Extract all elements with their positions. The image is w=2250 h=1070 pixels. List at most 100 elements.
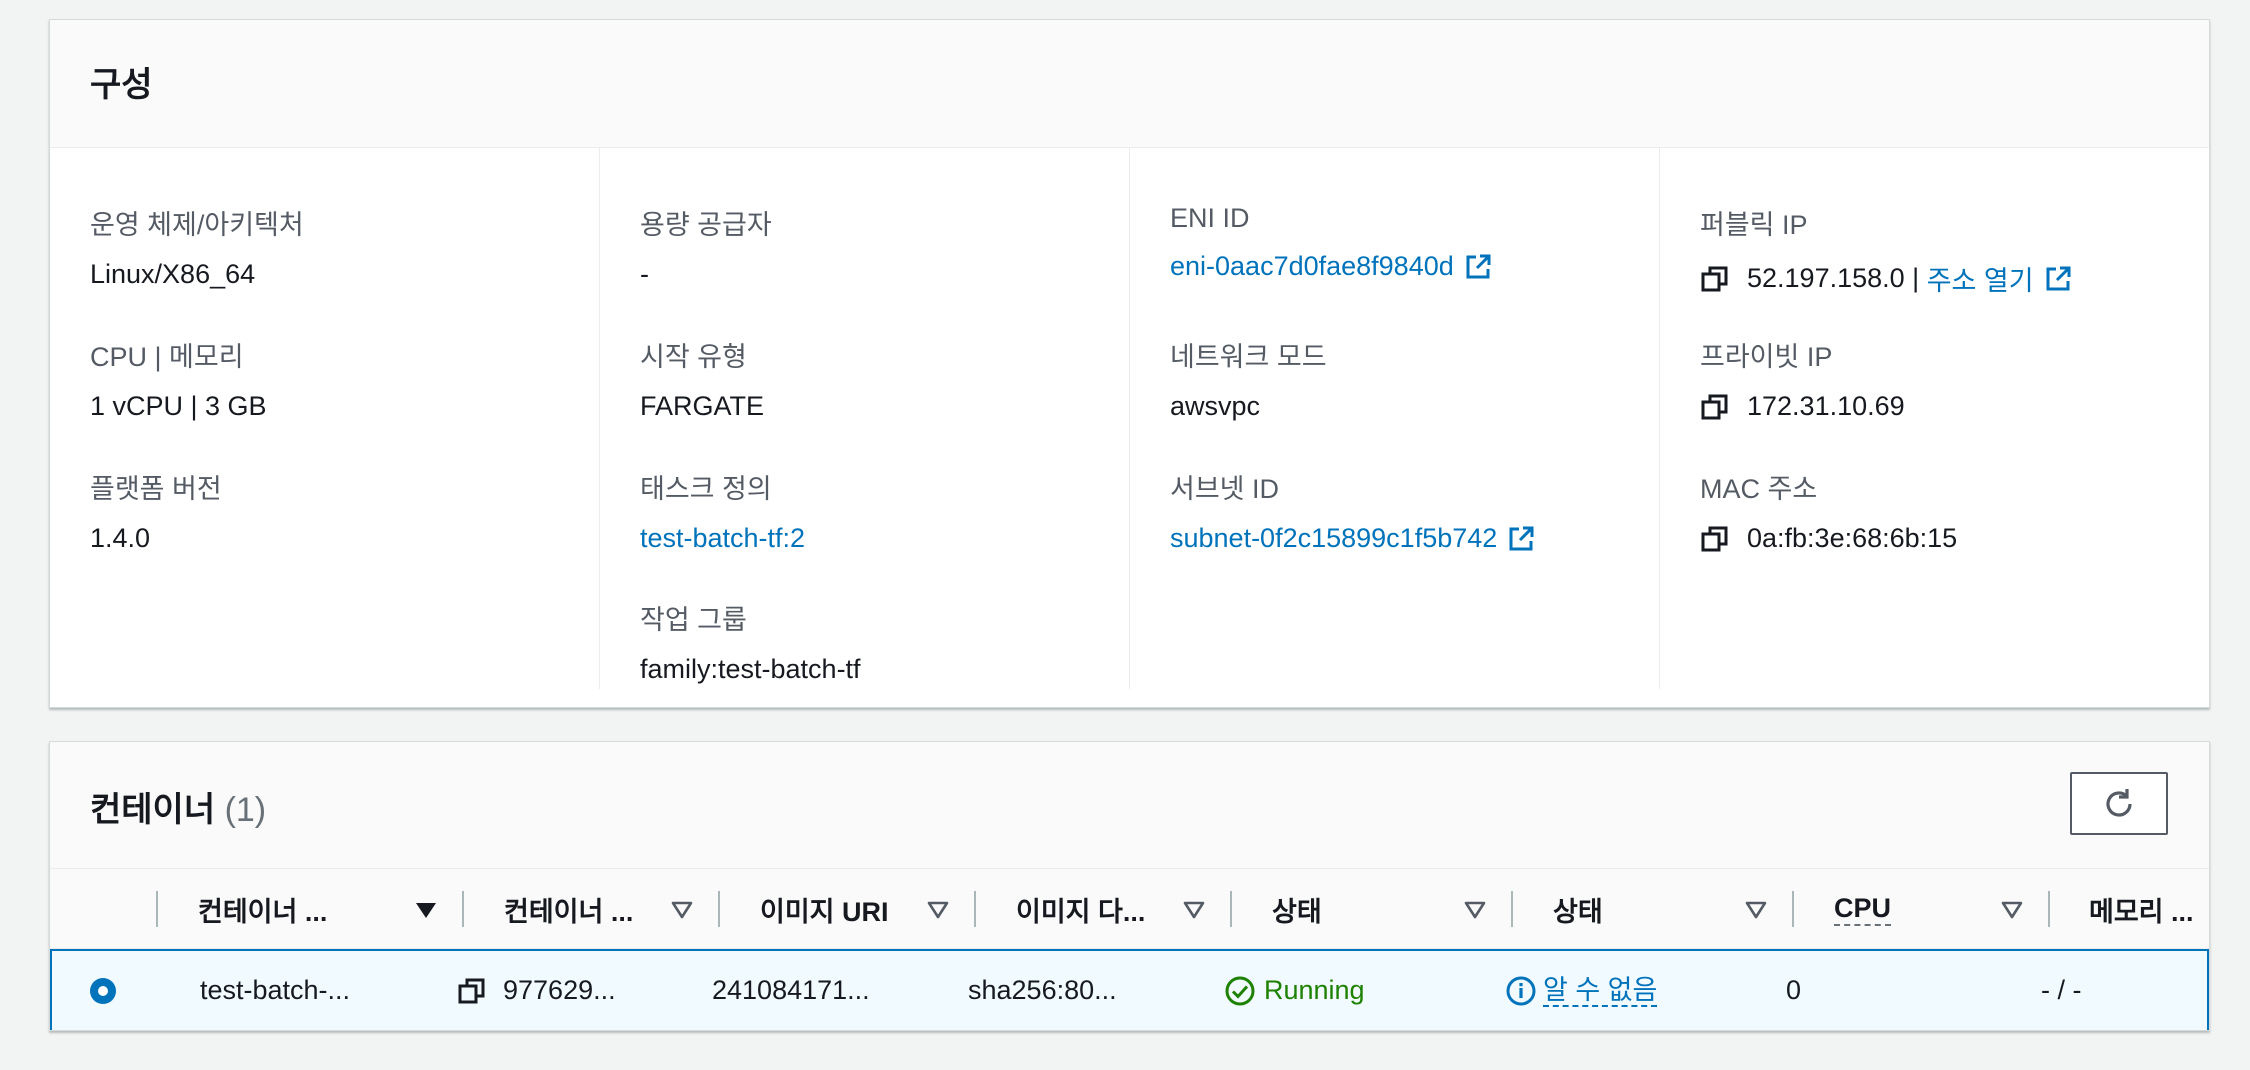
health-status-value[interactable]: 알 수 없음	[1543, 975, 1658, 1007]
platform-version-value: 1.4.0	[90, 523, 151, 553]
os-architecture-label: 운영 체제/아키텍처	[90, 210, 304, 240]
public-ip-separator: |	[1904, 263, 1927, 293]
mac-address-label: MAC 주소	[1700, 474, 1818, 504]
mac-address: MAC 주소 0a:fb:3e:68:6b:15	[1700, 467, 1957, 554]
containers-title: 컨테이너 (1)	[90, 782, 266, 831]
config-column-4: 퍼블릭 IP 52.197.158.0 | 주소 열기 프라이빗 IP 172.…	[1659, 148, 2211, 689]
configuration-title: 구성	[90, 66, 153, 104]
copy-icon[interactable]	[1700, 264, 1730, 294]
sort-icon[interactable]	[1463, 898, 1487, 922]
containers-panel: 컨테이너 (1) 컨테이너 ... 컨테이너 ... 이미지 URI 이미지 다…	[49, 741, 2210, 1031]
sort-desc-icon[interactable]	[414, 898, 438, 922]
th-container-name-label: 컨테이너 ...	[198, 896, 328, 927]
os-architecture: 운영 체제/아키텍처 Linux/X86_64	[90, 203, 304, 290]
task-definition-label: 태스크 정의	[640, 474, 772, 504]
th-memory-label: 메모리 ...	[2089, 896, 2194, 927]
os-architecture-value: Linux/X86_64	[90, 259, 256, 289]
th-container-id[interactable]: 컨테이너 ...	[464, 869, 720, 949]
task-definition: 태스크 정의 test-batch-tf:2	[640, 467, 805, 554]
th-status[interactable]: 상태	[1232, 869, 1513, 949]
capacity-provider: 용량 공급자 -	[640, 203, 772, 290]
sort-icon[interactable]	[1744, 898, 1768, 922]
cpu-memory-label: CPU | 메모리	[90, 342, 244, 372]
private-ip: 프라이빗 IP 172.31.10.69	[1700, 335, 1905, 422]
capacity-provider-label: 용량 공급자	[640, 210, 772, 240]
status-success-icon	[1225, 976, 1255, 1005]
cell-container-id: 977629...	[457, 951, 616, 1030]
eni-id-label: ENI ID	[1170, 203, 1250, 233]
th-health-status-label: 상태	[1553, 896, 1603, 927]
cell-memory: - / -	[2041, 975, 2082, 1005]
task-group: 작업 그룹 family:test-batch-tf	[640, 598, 861, 685]
table-row[interactable]: test-batch-... 977629... 241084171... sh…	[50, 949, 2209, 1030]
public-ip-label: 퍼블릭 IP	[1700, 210, 1808, 240]
cpu-memory: CPU | 메모리 1 vCPU | 3 GB	[90, 335, 267, 422]
eni-id: ENI ID eni-0aac7d0fae8f9840d	[1170, 203, 1493, 282]
th-image-uri-label: 이미지 URI	[760, 896, 889, 927]
th-image-uri[interactable]: 이미지 URI	[720, 869, 976, 949]
th-container-id-label: 컨테이너 ...	[504, 896, 634, 927]
sort-icon[interactable]	[2000, 898, 2024, 922]
launch-type-value: FARGATE	[640, 391, 765, 421]
copy-icon[interactable]	[457, 976, 487, 1006]
configuration-grid: 운영 체제/아키텍처 Linux/X86_64 CPU | 메모리 1 vCPU…	[50, 148, 2209, 709]
copy-icon[interactable]	[1700, 524, 1730, 554]
launch-type-label: 시작 유형	[640, 342, 747, 372]
cpu-memory-value: 1 vCPU | 3 GB	[90, 391, 267, 421]
public-ip: 퍼블릭 IP 52.197.158.0 | 주소 열기	[1700, 203, 2073, 298]
th-image-digest[interactable]: 이미지 다...	[976, 869, 1232, 949]
task-group-value: family:test-batch-tf	[640, 654, 861, 684]
platform-version: 플랫폼 버전 1.4.0	[90, 467, 222, 554]
task-definition-link[interactable]: test-batch-tf:2	[640, 523, 805, 554]
subnet-id-label: 서브넷 ID	[1170, 474, 1280, 504]
private-ip-label: 프라이빗 IP	[1700, 342, 1833, 372]
configuration-panel: 구성 운영 체제/아키텍처 Linux/X86_64 CPU | 메모리 1 v…	[49, 19, 2210, 708]
cell-cpu: 0	[1786, 975, 1802, 1005]
network-mode-value: awsvpc	[1170, 391, 1261, 421]
cell-health-status[interactable]: 알 수 없음	[1505, 951, 1658, 1030]
config-column-3: ENI ID eni-0aac7d0fae8f9840d 네트워크 모드 aws…	[1129, 148, 1659, 689]
sort-icon[interactable]	[926, 898, 950, 922]
capacity-provider-value: -	[640, 259, 649, 289]
network-mode-label: 네트워크 모드	[1170, 342, 1327, 372]
external-link-icon[interactable]	[1463, 252, 1493, 282]
row-select-cell	[90, 951, 116, 1030]
radio-selected-icon[interactable]	[90, 977, 116, 1004]
external-link-icon[interactable]	[2043, 264, 2073, 294]
config-column-1: 운영 체제/아키텍처 Linux/X86_64 CPU | 메모리 1 vCPU…	[50, 148, 581, 689]
eni-id-link[interactable]: eni-0aac7d0fae8f9840d	[1170, 251, 1454, 282]
configuration-header: 구성	[50, 20, 2209, 148]
task-group-label: 작업 그룹	[640, 605, 747, 635]
network-mode: 네트워크 모드 awsvpc	[1170, 335, 1327, 422]
refresh-icon	[2106, 788, 2132, 817]
containers-header: 컨테이너 (1)	[50, 742, 2209, 869]
sort-icon[interactable]	[1182, 898, 1206, 922]
th-health-status[interactable]: 상태	[1513, 869, 1794, 949]
subnet-id: 서브넷 ID subnet-0f2c15899c1f5b742	[1170, 467, 1536, 554]
th-status-label: 상태	[1272, 896, 1322, 927]
info-icon	[1506, 976, 1536, 1005]
sort-icon[interactable]	[670, 898, 694, 922]
config-column-2: 용량 공급자 - 시작 유형 FARGATE 태스크 정의 test-batch…	[599, 148, 1129, 689]
cell-status: Running	[1224, 951, 1365, 1030]
cell-container-name: test-batch-...	[200, 975, 351, 1005]
launch-type: 시작 유형 FARGATE	[640, 335, 764, 422]
th-cpu-label: CPU	[1834, 893, 1892, 926]
copy-icon[interactable]	[1700, 392, 1730, 422]
containers-table-header: 컨테이너 ... 컨테이너 ... 이미지 URI 이미지 다... 상태 상태	[50, 869, 2209, 949]
status-running-label: Running	[1264, 975, 1365, 1005]
cell-image-digest: sha256:80...	[968, 975, 1117, 1005]
refresh-button[interactable]	[2070, 772, 2168, 835]
select-column-header	[50, 869, 158, 949]
th-cpu[interactable]: CPU	[1794, 869, 2050, 949]
open-address-link[interactable]: 주소 열기	[1927, 259, 2034, 298]
th-container-name[interactable]: 컨테이너 ...	[158, 869, 464, 949]
public-ip-value: 52.197.158.0	[1747, 263, 1905, 293]
containers-count: (1)	[224, 791, 267, 829]
container-id-value: 977629...	[503, 975, 616, 1005]
containers-title-text: 컨테이너	[90, 791, 216, 829]
th-image-digest-label: 이미지 다...	[1016, 896, 1146, 927]
subnet-id-link[interactable]: subnet-0f2c15899c1f5b742	[1170, 523, 1497, 554]
external-link-icon[interactable]	[1506, 524, 1536, 554]
th-memory[interactable]: 메모리 ...	[2050, 869, 2209, 949]
